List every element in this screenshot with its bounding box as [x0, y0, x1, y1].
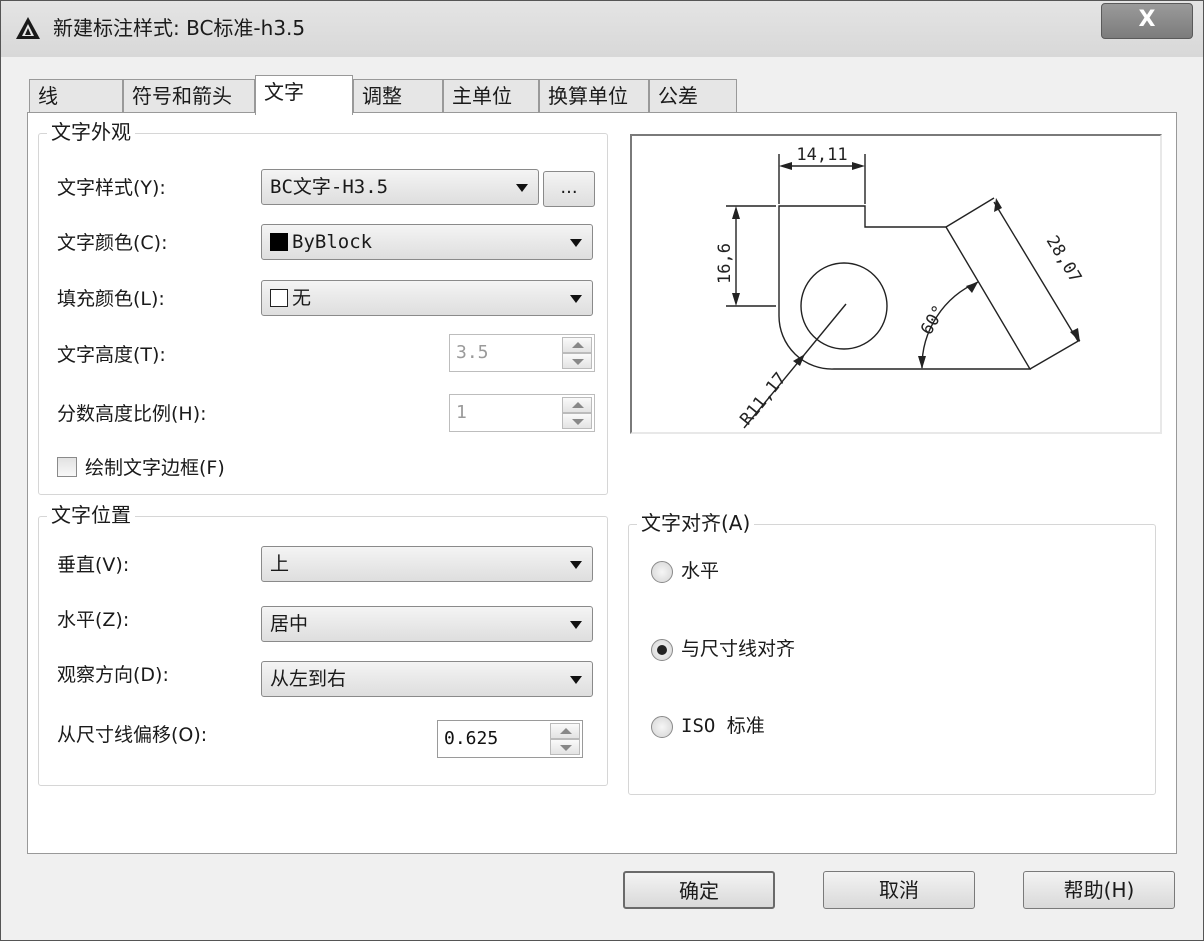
align-with-dimline-radio[interactable]: [651, 639, 673, 661]
preview-drawing: 14,11 16,6 28,07 60° R11,17: [715, 145, 1086, 429]
text-placement-group: 文字位置 垂直(V): 上 水平(Z): 居中 观察方向(D): 从左到右 从尺…: [38, 501, 608, 786]
chevron-down-icon: [570, 295, 582, 303]
dimension-style-dialog: 新建标注样式: BC标准-h3.5 X 线 符号和箭头 文字 调整 主单位 换算…: [0, 0, 1204, 941]
fill-color-value: 无: [292, 287, 312, 309]
color-swatch-icon: [270, 233, 288, 251]
text-alignment-title: 文字对齐(A): [637, 509, 755, 537]
vertical-label: 垂直(V):: [57, 554, 130, 576]
align-horizontal-radio[interactable]: [651, 561, 673, 583]
view-direction-value: 从左到右: [270, 668, 347, 690]
text-style-value: BC文字-H3.5: [270, 176, 389, 198]
align-horizontal-label: 水平: [681, 560, 720, 582]
align-with-dimline-label: 与尺寸线对齐: [681, 638, 796, 660]
text-alignment-group: 文字对齐(A) 水平 与尺寸线对齐 ISO 标准: [628, 509, 1156, 795]
tab-symbols-arrows[interactable]: 符号和箭头: [123, 79, 255, 113]
tab-alternate-units[interactable]: 换算单位: [539, 79, 649, 113]
chevron-down-icon: [570, 561, 582, 569]
fill-color-dropdown[interactable]: 无: [261, 280, 593, 316]
ok-button[interactable]: 确定: [623, 871, 775, 909]
chevron-down-icon: [570, 676, 582, 684]
chevron-down-icon: [516, 184, 528, 192]
dim-top-label: 14,11: [796, 145, 847, 165]
text-style-browse-button[interactable]: ...: [543, 171, 595, 207]
spin-up-icon[interactable]: [562, 337, 592, 353]
horizontal-value: 居中: [270, 613, 309, 635]
spin-down-icon[interactable]: [550, 739, 580, 755]
cancel-button[interactable]: 取消: [823, 871, 975, 909]
stepper-buttons: [562, 397, 592, 429]
draw-frame-checkbox[interactable]: [57, 457, 77, 477]
text-tab-panel: 文字外观 文字样式(Y): BC文字-H3.5 ... 文字颜色(C): ByB…: [27, 112, 1177, 854]
text-height-value: 3.5: [456, 342, 489, 363]
text-appearance-group: 文字外观 文字样式(Y): BC文字-H3.5 ... 文字颜色(C): ByB…: [38, 118, 608, 495]
offset-value: 0.625: [444, 728, 499, 749]
align-iso-radio[interactable]: [651, 716, 673, 738]
tab-primary-units[interactable]: 主单位: [443, 79, 539, 113]
dim-angle-label: 60°: [917, 302, 950, 339]
close-button[interactable]: X: [1101, 3, 1193, 39]
vertical-dropdown[interactable]: 上: [261, 546, 593, 582]
view-direction-dropdown[interactable]: 从左到右: [261, 661, 593, 697]
offset-stepper[interactable]: 0.625: [437, 720, 583, 758]
text-appearance-title: 文字外观: [47, 118, 135, 146]
dimension-preview: 14,11 16,6 28,07 60° R11,17: [630, 134, 1162, 434]
view-direction-label: 观察方向(D):: [57, 664, 169, 686]
stepper-buttons: [562, 337, 592, 369]
help-button[interactable]: 帮助(H): [1023, 871, 1175, 909]
align-iso-label: ISO 标准: [681, 715, 765, 737]
tab-fit[interactable]: 调整: [353, 79, 443, 113]
text-color-dropdown[interactable]: ByBlock: [261, 224, 593, 260]
chevron-down-icon: [570, 621, 582, 629]
fraction-scale-label: 分数高度比例(H):: [57, 403, 207, 425]
text-color-value: ByBlock: [292, 231, 373, 253]
spin-down-icon[interactable]: [562, 353, 592, 369]
spin-up-icon[interactable]: [550, 723, 580, 739]
spin-up-icon[interactable]: [562, 397, 592, 413]
draw-frame-label: 绘制文字边框(F): [85, 457, 225, 479]
stepper-buttons: [550, 723, 580, 755]
chevron-down-icon: [570, 239, 582, 247]
dim-diagonal-label: 28,07: [1042, 232, 1086, 286]
text-style-label: 文字样式(Y):: [57, 177, 166, 199]
dim-left-label: 16,6: [715, 243, 735, 284]
tab-lines[interactable]: 线: [29, 79, 123, 113]
text-height-label: 文字高度(T):: [57, 344, 166, 366]
offset-label: 从尺寸线偏移(O):: [57, 724, 208, 746]
horizontal-dropdown[interactable]: 居中: [261, 606, 593, 642]
spin-down-icon[interactable]: [562, 413, 592, 429]
text-color-label: 文字颜色(C):: [57, 232, 168, 254]
fraction-scale-stepper[interactable]: 1: [449, 394, 595, 432]
fill-color-label: 填充颜色(L):: [57, 288, 165, 310]
text-height-stepper[interactable]: 3.5: [449, 334, 595, 372]
text-placement-title: 文字位置: [47, 501, 135, 529]
horizontal-label: 水平(Z):: [57, 609, 130, 631]
vertical-value: 上: [270, 553, 290, 575]
color-swatch-icon: [270, 289, 288, 307]
tab-tolerances[interactable]: 公差: [649, 79, 737, 113]
autocad-logo-icon: [16, 17, 40, 39]
dim-radius-label: R11,17: [736, 369, 790, 429]
fraction-scale-value: 1: [456, 402, 467, 423]
title-bar: 新建标注样式: BC标准-h3.5 X: [1, 1, 1203, 57]
tab-text[interactable]: 文字: [255, 75, 353, 115]
text-style-dropdown[interactable]: BC文字-H3.5: [261, 169, 539, 205]
window-title: 新建标注样式: BC标准-h3.5: [53, 16, 306, 40]
